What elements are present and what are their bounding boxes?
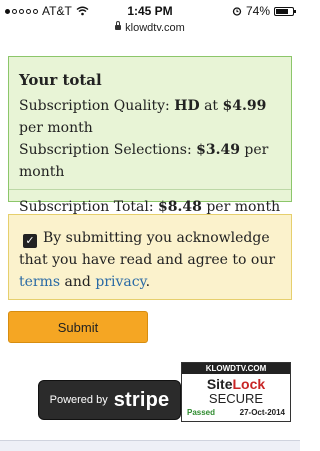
subscription-quality-line: Subscription Quality: HD at $4.99 per mo… <box>19 95 281 139</box>
divider <box>9 189 291 190</box>
sitelock-domain: KLOWDTV.COM <box>182 363 290 374</box>
sitelock-brand-b: Lock <box>232 376 266 392</box>
subscription-selections-line: Subscription Selections: $3.49 per month <box>19 139 281 183</box>
quality-price: $4.99 <box>222 98 267 114</box>
terms-link[interactable]: terms <box>19 274 60 290</box>
and-text: and <box>64 274 91 290</box>
sitelock-footer: Passed 27-Oct-2014 <box>182 408 290 417</box>
status-bar: AT&T 1:45 PM 74% <box>0 0 300 22</box>
sitelock-logo: SiteLock <box>182 376 290 392</box>
total-per: per month <box>206 199 281 215</box>
total-label: Subscription Total: <box>19 199 154 215</box>
alarm-icon <box>232 7 242 16</box>
sitelock-date: 27-Oct-2014 <box>239 408 285 417</box>
powered-by-text: Powered by <box>49 394 108 406</box>
acknowledge-text: By submitting you acknowledge that you h… <box>19 230 276 268</box>
battery-percent: 74% <box>245 4 270 18</box>
acknowledge-checkbox[interactable]: ✓ <box>23 234 37 248</box>
total-heading: Your total <box>19 71 102 89</box>
privacy-link[interactable]: privacy <box>95 274 145 290</box>
quality-value: HD <box>174 98 200 114</box>
selections-price: $3.49 <box>196 142 240 158</box>
lock-icon <box>115 21 122 30</box>
period-text: . <box>145 274 151 290</box>
sitelock-brand-a: Site <box>206 376 233 392</box>
sitelock-badge[interactable]: KLOWDTV.COM SiteLock SECURE Passed 27-Oc… <box>181 362 291 422</box>
sitelock-secure-text: SECURE <box>208 391 264 406</box>
selections-label: Subscription Selections: <box>19 142 192 158</box>
browser-toolbar <box>0 440 300 451</box>
quality-per: per month <box>19 120 93 136</box>
address-bar[interactable]: klowdtv.com <box>0 21 300 36</box>
order-total-panel: Your total Subscription Quality: HD at $… <box>8 56 292 215</box>
url-domain: klowdtv.com <box>125 22 185 34</box>
powered-by-stripe-badge: Powered by stripe <box>38 380 181 420</box>
stripe-logo: stripe <box>113 388 170 411</box>
quality-label: Subscription Quality: <box>19 98 170 114</box>
terms-acknowledge-panel: ✓ By submitting you acknowledge that you … <box>8 214 292 300</box>
submit-button[interactable]: Submit <box>8 311 148 343</box>
status-right: 74% <box>232 4 296 18</box>
sitelock-passed: Passed <box>187 408 216 417</box>
total-price: $8.48 <box>158 199 202 215</box>
quality-at-text: at <box>204 98 219 114</box>
battery-icon <box>274 6 296 16</box>
